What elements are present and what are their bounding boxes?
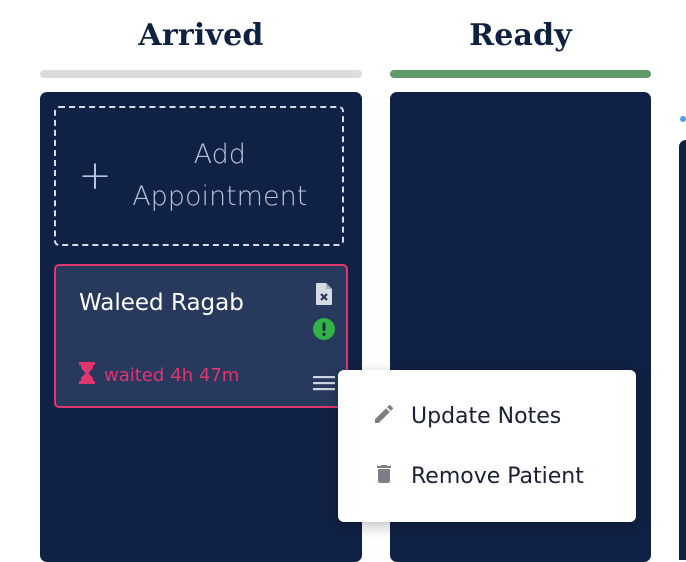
menu-icon[interactable] <box>313 375 335 396</box>
plus-icon: + <box>78 153 112 199</box>
column-arrived: + Add Appointment Waleed Ragab waited 4h… <box>40 92 362 562</box>
document-x-icon[interactable] <box>315 282 333 311</box>
wait-duration: 4h 47m <box>170 365 240 386</box>
column-status-bar-arrived <box>40 70 362 78</box>
hourglass-icon <box>79 362 95 389</box>
column-title-ready: Ready <box>469 18 572 53</box>
column-title-arrived: Arrived <box>138 18 264 53</box>
pencil-icon <box>372 402 396 431</box>
alert-icon <box>313 318 335 345</box>
patient-name: Waleed Ragab <box>79 290 244 316</box>
wait-time: waited 4h 47m <box>79 362 239 389</box>
add-appointment-button[interactable]: + Add Appointment <box>54 106 344 246</box>
add-appointment-label: Add Appointment <box>132 139 308 212</box>
patient-card[interactable]: Waleed Ragab waited 4h 47m <box>54 264 348 408</box>
remove-patient-label: Remove Patient <box>411 463 584 489</box>
next-column-panel <box>679 140 686 560</box>
wait-label: waited <box>104 365 165 386</box>
update-notes-menu-item[interactable]: Update Notes <box>338 391 636 441</box>
update-notes-label: Update Notes <box>411 403 562 429</box>
next-column-status-dot <box>680 116 686 122</box>
remove-patient-menu-item[interactable]: Remove Patient <box>338 451 636 501</box>
trash-icon <box>372 462 396 491</box>
patient-context-menu: Update Notes Remove Patient <box>338 370 636 522</box>
column-status-bar-ready <box>390 70 651 78</box>
